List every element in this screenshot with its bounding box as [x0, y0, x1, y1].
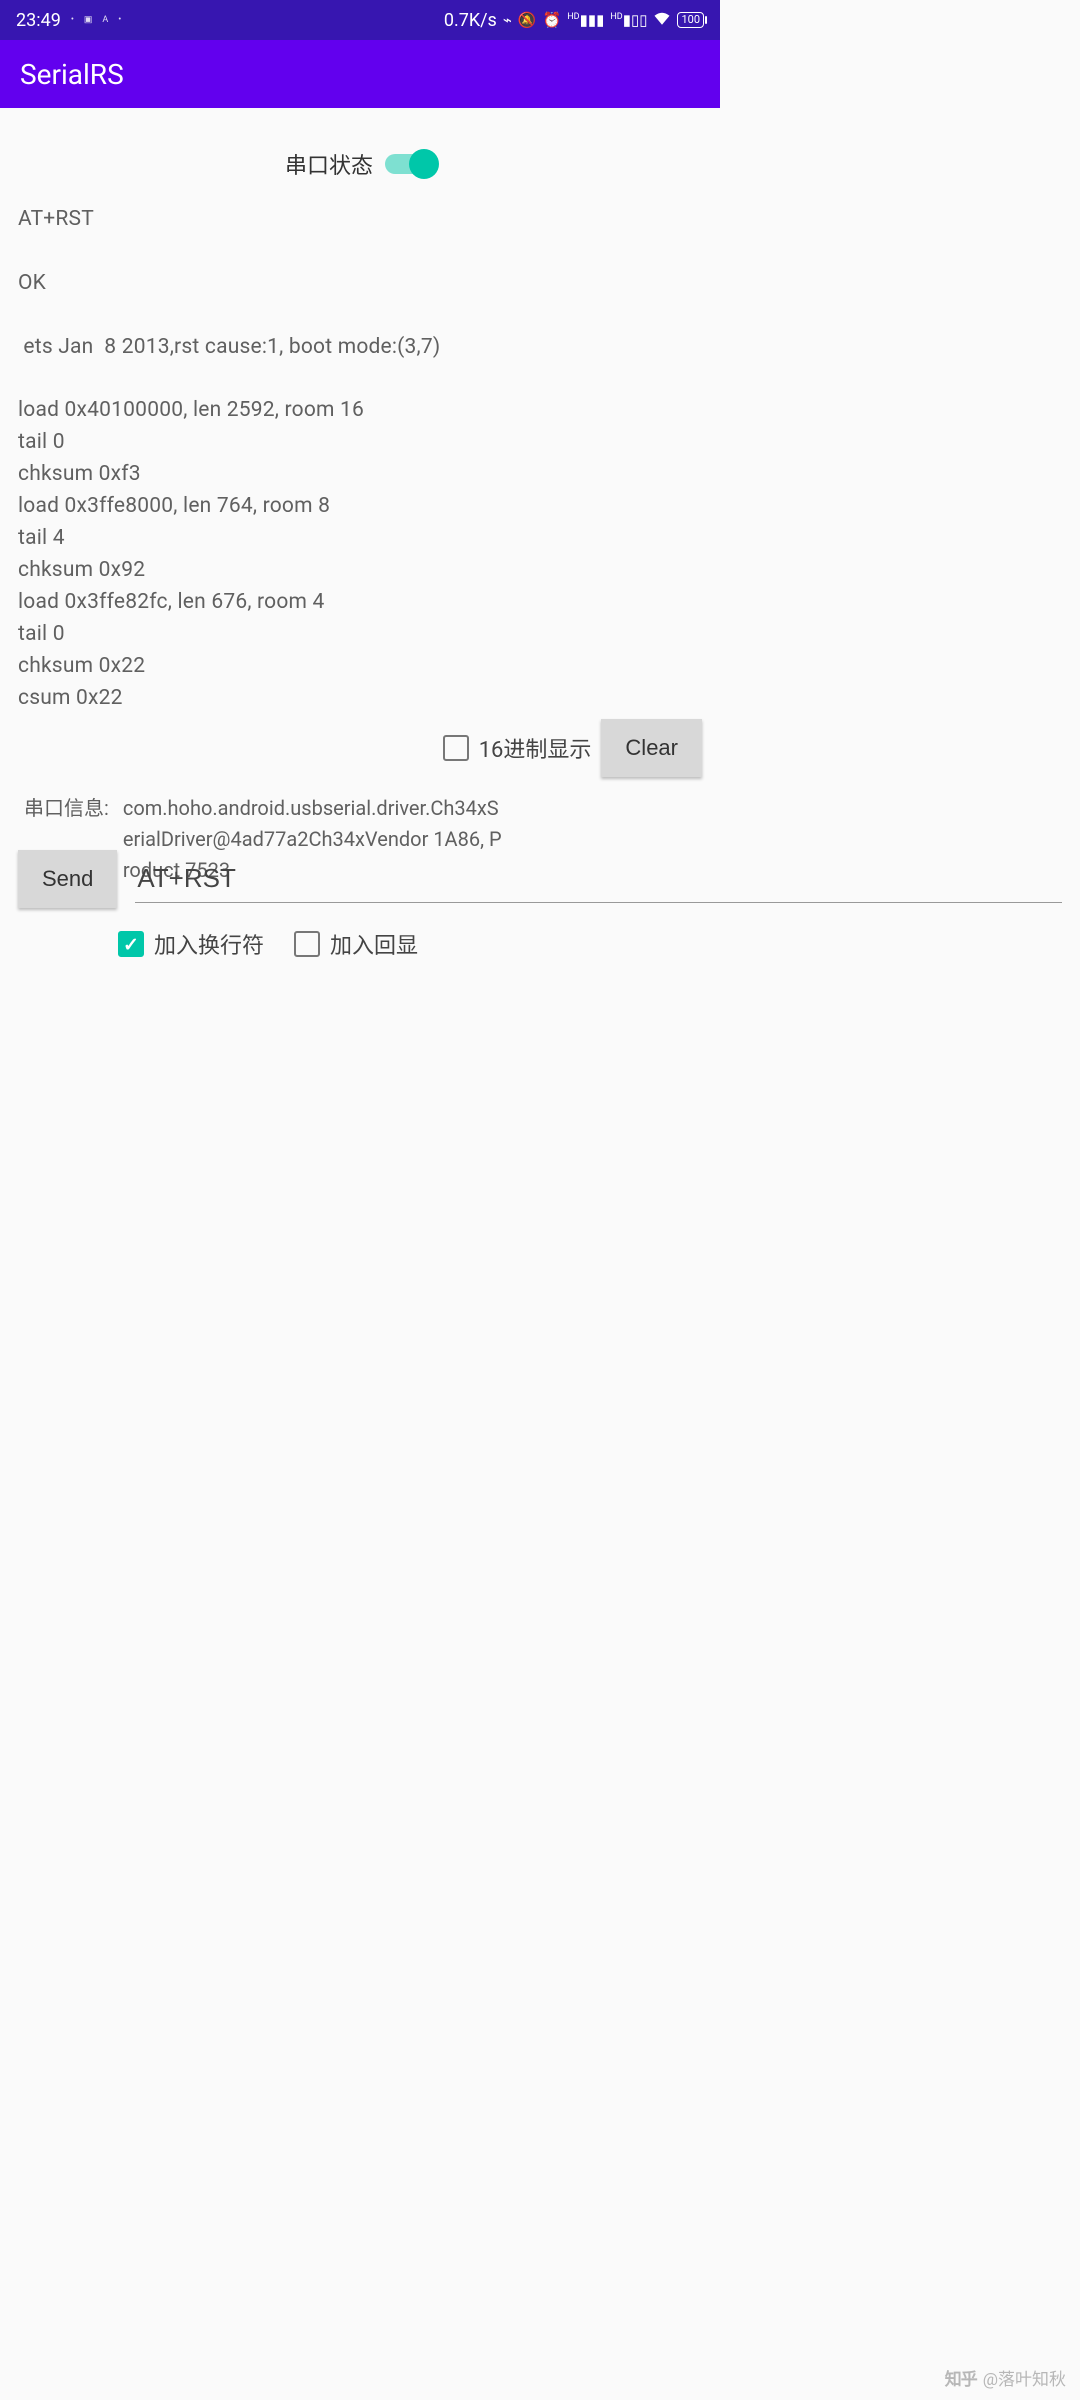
watermark: 知乎 @落叶知秋: [945, 2365, 1066, 2390]
send-input[interactable]: [135, 855, 1062, 903]
zhihu-logo-icon: 知乎: [945, 2365, 977, 2390]
receive-log[interactable]: AT+RST OK ets Jan 8 2013,rst cause:1, bo…: [18, 204, 702, 715]
hex-display-checkbox[interactable]: [443, 735, 469, 761]
alarm-icon: ⏰: [543, 11, 562, 29]
add-echo-checkbox[interactable]: [294, 931, 320, 957]
battery-icon: 100: [677, 12, 704, 28]
net-speed: 0.7K/s: [444, 10, 497, 31]
clear-button[interactable]: Clear: [601, 719, 702, 777]
notif-dot-icon: •: [71, 15, 74, 25]
app-title: SerialRS: [20, 58, 124, 91]
bluetooth-icon: ⌁: [503, 11, 512, 29]
notif-dot-icon-2: •: [118, 15, 121, 25]
notif-app-icon-2: A: [102, 15, 108, 25]
serial-state-toggle[interactable]: [385, 154, 435, 174]
app-bar: SerialRS: [0, 40, 720, 108]
signal-hd2-icon: HD▮▯▯: [610, 11, 647, 29]
status-time: 23:49: [16, 10, 61, 31]
hex-display-label: 16进制显示: [479, 732, 592, 764]
add-echo-label: 加入回显: [330, 928, 418, 960]
add-newline-checkbox[interactable]: [118, 931, 144, 957]
signal-hd-icon: HD▮▮▮: [567, 11, 604, 29]
add-newline-label: 加入换行符: [154, 928, 264, 960]
serial-state-label: 串口状态: [285, 148, 373, 180]
send-button[interactable]: Send: [18, 850, 117, 908]
status-bar: 23:49 • ▣ A • 0.7K/s ⌁ 🔕 ⏰ HD▮▮▮ HD▮▯▯ 1…: [0, 0, 720, 40]
dnd-icon: 🔕: [518, 11, 537, 29]
wifi-icon: [653, 11, 671, 29]
watermark-author: @落叶知秋: [983, 2365, 1066, 2390]
notif-app-icon: ▣: [84, 15, 93, 25]
